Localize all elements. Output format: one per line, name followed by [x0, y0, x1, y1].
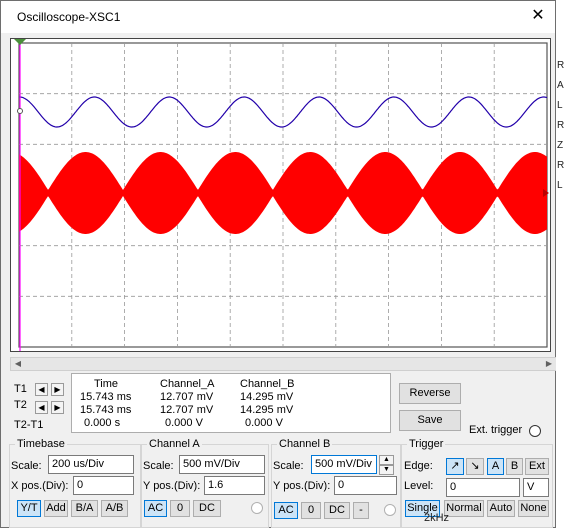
- t2t1-time: 0.000 s: [84, 417, 121, 429]
- t2t1-label: T2-T1: [14, 419, 44, 431]
- t2-channel-a: 12.707 mV: [160, 404, 214, 416]
- save-button[interactable]: Save: [399, 410, 461, 431]
- channel-a-ac-button[interactable]: AC: [144, 500, 167, 517]
- channel-a-radio[interactable]: [251, 502, 263, 514]
- channel-b-ac-button[interactable]: AC: [274, 502, 298, 519]
- channel-a-title: Channel A: [147, 438, 202, 450]
- oscilloscope-screen: [10, 38, 551, 352]
- scroll-right-icon[interactable]: ▶: [542, 358, 556, 370]
- timebase-xpos-label: X pos.(Div):: [11, 480, 69, 492]
- bg-fragment-6: R: [557, 160, 565, 171]
- channel-a-scale-label: Scale:: [143, 460, 174, 472]
- channel-a-dc-button[interactable]: DC: [193, 500, 221, 517]
- t1-time: 15.743 ms: [80, 391, 132, 403]
- ext-trigger-label: Ext. trigger: [469, 424, 523, 436]
- rising-edge-icon[interactable]: ↗: [446, 458, 464, 475]
- trigger-none-button[interactable]: None: [518, 500, 549, 517]
- oscilloscope-window: Oscilloscope-XSC1 ✕ ◀ ▶ T1 T2 T2-T1 ◀ ▶ …: [0, 0, 557, 528]
- t2-time: 15.743 ms: [80, 404, 132, 416]
- t1-right-arrow-icon[interactable]: ▶: [51, 383, 64, 396]
- channel-b-marker-icon: [17, 108, 23, 114]
- reverse-button[interactable]: Reverse: [399, 383, 461, 404]
- timebase-xpos-field[interactable]: 0: [73, 476, 134, 495]
- timebase-title: Timebase: [15, 438, 67, 450]
- title-bar[interactable]: Oscilloscope-XSC1 ✕: [1, 1, 555, 33]
- falling-edge-icon[interactable]: ↘: [466, 458, 484, 475]
- channel-b-scale-field[interactable]: 500 mV/Div: [311, 455, 377, 474]
- trigger-source-a-button[interactable]: A: [487, 458, 504, 475]
- bg-fragment-5: Z: [557, 140, 564, 151]
- background-schematic: R A L R Z R L 2kHz: [424, 0, 566, 528]
- cursor-t1-handle-icon: [14, 39, 26, 45]
- t2-channel-b: 14.295 mV: [240, 404, 294, 416]
- trigger-auto-button[interactable]: Auto: [487, 500, 515, 517]
- t2-right-arrow-icon[interactable]: ▶: [51, 401, 64, 414]
- channel-b-title: Channel B: [277, 438, 333, 450]
- channel-a-ypos-label: Y pos.(Div):: [143, 480, 201, 492]
- channel-b-zero-button[interactable]: 0: [301, 502, 321, 519]
- trigger-level-field[interactable]: 0: [446, 478, 520, 497]
- trigger-source-b-button[interactable]: B: [506, 458, 523, 475]
- channel-b-invert-button[interactable]: -: [353, 502, 369, 519]
- t1-channel-a: 12.707 mV: [160, 391, 214, 403]
- timebase-scale-label: Scale:: [11, 460, 42, 472]
- bg-fragment-1: R: [557, 60, 565, 71]
- waveform-display: [14, 39, 549, 351]
- trigger-normal-button[interactable]: Normal: [444, 500, 484, 517]
- ext-trigger-radio[interactable]: [529, 425, 541, 437]
- bg-fragment-4: R: [557, 120, 565, 131]
- bg-fragment-3: L: [557, 100, 563, 111]
- t1-left-arrow-icon[interactable]: ◀: [35, 383, 48, 396]
- edge-label: Edge:: [404, 460, 433, 472]
- header-channel-a: Channel_A: [160, 378, 215, 390]
- channel-b-ypos-field[interactable]: 0: [334, 476, 397, 495]
- bg-fragment-2: A: [557, 80, 564, 91]
- trigger-title: Trigger: [407, 438, 446, 450]
- channel-a-zero-button[interactable]: 0: [170, 500, 190, 517]
- trigger-source-ext-button[interactable]: Ext: [525, 458, 549, 475]
- header-time: Time: [94, 378, 119, 390]
- scroll-left-icon[interactable]: ◀: [11, 358, 25, 370]
- t2-left-arrow-icon[interactable]: ◀: [35, 401, 48, 414]
- channel-a-scale-field[interactable]: 500 mV/Div: [179, 455, 265, 474]
- t2t1-channel-a: 0.000 V: [165, 417, 203, 429]
- channel-b-dc-button[interactable]: DC: [324, 502, 350, 519]
- bg-fragment-8: 2kHz: [424, 512, 450, 524]
- scale-up-icon[interactable]: ▲: [379, 455, 394, 465]
- mode-ab-button[interactable]: A/B: [101, 500, 128, 517]
- header-channel-b: Channel_B: [240, 378, 295, 390]
- mode-yt-button[interactable]: Y/T: [17, 500, 41, 517]
- close-icon[interactable]: ✕: [527, 5, 549, 27]
- scale-down-icon[interactable]: ▼: [379, 465, 394, 475]
- channel-a-ypos-field[interactable]: 1.6: [204, 476, 265, 495]
- mode-ba-button[interactable]: B/A: [71, 500, 98, 517]
- t1-channel-b: 14.295 mV: [240, 391, 294, 403]
- window-title: Oscilloscope-XSC1: [17, 10, 121, 24]
- bg-fragment-7: L: [557, 180, 563, 191]
- level-label: Level:: [404, 480, 434, 492]
- mode-add-button[interactable]: Add: [44, 500, 68, 517]
- channel-b-scale-label: Scale:: [273, 460, 304, 472]
- timebase-scale-field[interactable]: 200 us/Div: [48, 455, 134, 474]
- horizontal-scrollbar[interactable]: ◀ ▶: [10, 357, 557, 371]
- measurement-table: Time Channel_A Channel_B 15.743 ms 12.70…: [71, 373, 391, 433]
- channel-b-radio[interactable]: [384, 504, 396, 516]
- channel-b-ypos-label: Y pos.(Div):: [273, 480, 331, 492]
- t2t1-channel-b: 0.000 V: [245, 417, 283, 429]
- t1-label: T1: [14, 383, 27, 395]
- t2-label: T2: [14, 399, 27, 411]
- trigger-level-unit[interactable]: V: [523, 478, 549, 497]
